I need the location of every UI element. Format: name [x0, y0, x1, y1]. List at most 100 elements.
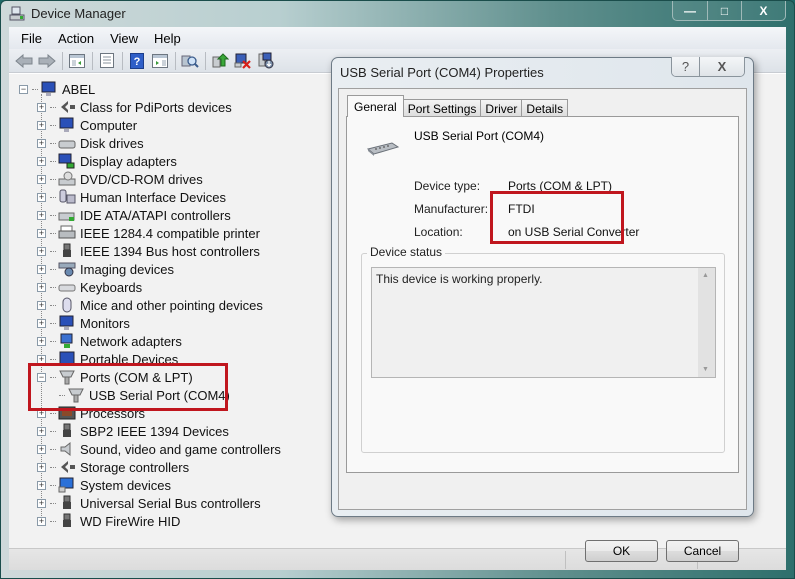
expand-icon[interactable]: + — [37, 228, 46, 238]
minimize-icon: — — [684, 3, 696, 18]
menu-action[interactable]: Action — [50, 31, 102, 46]
ok-button[interactable]: OK — [585, 540, 658, 562]
location-label: Location: — [414, 225, 463, 239]
expand-icon[interactable]: + — [37, 336, 46, 346]
expand-icon[interactable]: + — [37, 138, 46, 148]
tree-item-label: DVD/CD-ROM drives — [80, 171, 203, 187]
tree-item[interactable]: + Human Interface Devices — [37, 188, 226, 206]
maximize-button[interactable]: □ — [707, 1, 741, 20]
tree-item[interactable]: + Network adapters — [37, 332, 182, 350]
expand-icon[interactable]: + — [37, 498, 46, 508]
tree-root-computer[interactable]: − ABEL — [19, 80, 95, 98]
scroll-up-icon[interactable]: ▲ — [702, 272, 709, 279]
tree-item[interactable]: + Universal Serial Bus controllers — [37, 494, 261, 512]
maximize-icon: □ — [720, 3, 729, 18]
tree-item[interactable]: + Sound, video and game controllers — [37, 440, 281, 458]
tree-item[interactable]: + IEEE 1284.4 compatible printer — [37, 224, 260, 242]
status-scrollbar[interactable]: ▲ ▼ — [698, 268, 715, 377]
properties-button[interactable] — [96, 51, 118, 71]
tree-item[interactable]: + SBP2 IEEE 1394 Devices — [37, 422, 229, 440]
expand-icon[interactable]: + — [37, 318, 46, 328]
firewire-icon — [58, 243, 76, 259]
tab-port-settings[interactable]: Port Settings — [402, 99, 482, 117]
update-driver-button[interactable] — [209, 51, 231, 71]
status-bar-separator — [565, 551, 566, 569]
tree-item[interactable]: + DVD/CD-ROM drives — [37, 170, 203, 188]
tree-connector — [50, 268, 56, 270]
tree-item[interactable]: + Storage controllers — [37, 458, 189, 476]
menu-file[interactable]: File — [13, 31, 50, 46]
title-bar[interactable]: Device Manager — □ X — [1, 1, 794, 27]
tree-connector — [50, 250, 56, 252]
device-name: USB Serial Port (COM4) — [414, 129, 545, 143]
close-button[interactable]: X — [741, 1, 785, 20]
menu-view[interactable]: View — [102, 31, 146, 46]
disable-device-button[interactable] — [255, 51, 277, 71]
expand-icon[interactable]: + — [37, 480, 46, 490]
scan-hardware-button[interactable] — [179, 51, 201, 71]
system-device-icon — [58, 477, 76, 493]
tree-item[interactable]: + Computer — [37, 116, 137, 134]
tree-item[interactable]: + IEEE 1394 Bus host controllers — [37, 242, 260, 260]
network-adapter-icon — [58, 333, 76, 349]
tree-item[interactable]: + Imaging devices — [37, 260, 174, 278]
tab-details[interactable]: Details — [521, 99, 569, 117]
tree-item[interactable]: + Mice and other pointing devices — [37, 296, 263, 314]
tree-item[interactable]: + Monitors — [37, 314, 130, 332]
tab-driver[interactable]: Driver — [480, 99, 523, 117]
help-button[interactable]: ? — [126, 51, 148, 71]
tree-item-label: Storage controllers — [80, 459, 190, 475]
tree-item[interactable]: + WD FireWire HID — [37, 512, 180, 530]
tree-item[interactable]: + Display adapters — [37, 152, 177, 170]
back-button[interactable] — [13, 51, 35, 71]
expand-icon[interactable]: + — [37, 426, 46, 436]
expand-icon[interactable]: + — [37, 102, 46, 112]
expand-icon[interactable]: + — [37, 174, 46, 184]
expand-icon[interactable]: + — [37, 462, 46, 472]
tree-item-label: Display adapters — [80, 153, 177, 169]
forward-button[interactable] — [36, 51, 58, 71]
manufacturer-highlight-box — [490, 191, 624, 244]
dialog-close-button[interactable]: X — [700, 57, 744, 76]
tree-item-label: WD FireWire HID — [80, 513, 181, 529]
tree-connector — [50, 160, 56, 162]
tree-item-label: SBP2 IEEE 1394 Devices — [80, 423, 229, 439]
tree-item[interactable]: + Keyboards — [37, 278, 142, 296]
tree-item-label: Monitors — [80, 315, 130, 331]
expand-icon[interactable]: + — [37, 120, 46, 130]
dialog-help-button[interactable]: ? — [672, 57, 700, 76]
expand-icon[interactable]: + — [37, 516, 46, 526]
tree-item[interactable]: + System devices — [37, 476, 171, 494]
cancel-button[interactable]: Cancel — [666, 540, 739, 562]
device-manager-icon — [9, 6, 25, 21]
show-hide-action-pane-button[interactable] — [149, 51, 171, 71]
tree-connector — [50, 286, 56, 288]
mouse-icon — [58, 297, 76, 313]
tree-connector — [50, 214, 56, 216]
help-icon: ? — [130, 52, 144, 69]
expand-icon[interactable]: + — [37, 156, 46, 166]
serial-port-icon — [366, 142, 400, 156]
expand-icon[interactable]: + — [37, 246, 46, 256]
scroll-down-icon[interactable]: ▼ — [702, 366, 709, 373]
device-status-textbox[interactable]: This device is working properly. ▲ ▼ — [371, 267, 716, 378]
expand-icon[interactable]: + — [37, 210, 46, 220]
show-hide-console-tree-button[interactable] — [66, 51, 88, 71]
tree-item-label: Universal Serial Bus controllers — [80, 495, 261, 511]
tree-connector — [50, 340, 56, 342]
tree-item[interactable]: + IDE ATA/ATAPI controllers — [37, 206, 231, 224]
tree-item[interactable]: + Class for PdiPorts devices — [37, 98, 232, 116]
menu-help[interactable]: Help — [146, 31, 189, 46]
tree-item[interactable]: + Disk drives — [37, 134, 144, 152]
general-tab-page: USB Serial Port (COM4) Device type: Port… — [346, 116, 739, 473]
minimize-button[interactable]: — — [673, 1, 707, 20]
keyboard-icon — [58, 279, 76, 295]
tab-general[interactable]: General — [347, 95, 404, 117]
uninstall-button[interactable] — [232, 51, 254, 71]
expand-icon[interactable]: + — [37, 192, 46, 202]
expand-icon[interactable]: + — [37, 282, 46, 292]
expand-icon[interactable]: + — [37, 264, 46, 274]
collapse-icon[interactable]: − — [19, 84, 28, 94]
expand-icon[interactable]: + — [37, 444, 46, 454]
expand-icon[interactable]: + — [37, 300, 46, 310]
